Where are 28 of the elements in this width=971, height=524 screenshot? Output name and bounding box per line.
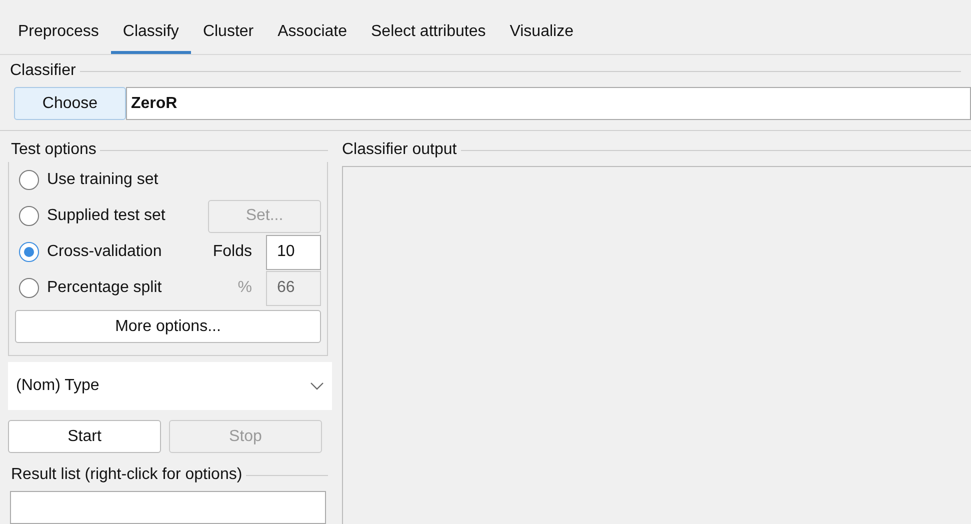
tab[interactable]: Classify bbox=[110, 12, 191, 54]
option-label[interactable]: Percentage split bbox=[47, 276, 162, 300]
classifier-field[interactable]: ZeroR bbox=[126, 87, 971, 120]
group-title: Result list (right-click for options) bbox=[11, 465, 242, 485]
radio-button[interactable] bbox=[19, 206, 39, 226]
field-label: % bbox=[236, 278, 253, 298]
tab[interactable]: Associate bbox=[266, 12, 359, 54]
tab[interactable]: Preprocess bbox=[6, 12, 111, 54]
option-label[interactable]: Use training set bbox=[47, 168, 158, 192]
group-title: Test options bbox=[11, 140, 96, 160]
tab[interactable]: Visualize bbox=[498, 12, 586, 54]
start-button[interactable]: Start bbox=[8, 420, 161, 453]
choose-button[interactable]: Choose bbox=[14, 87, 126, 120]
option-label[interactable]: Supplied test set bbox=[47, 204, 166, 228]
field-label: Folds bbox=[212, 242, 253, 262]
radio-button[interactable] bbox=[19, 278, 39, 298]
tab[interactable]: Cluster bbox=[190, 12, 266, 54]
radio-button[interactable] bbox=[19, 170, 39, 190]
group-title: Classifier bbox=[10, 61, 76, 81]
radio-button[interactable] bbox=[19, 242, 39, 262]
result-list[interactable] bbox=[10, 491, 326, 524]
class-dropdown[interactable]: (Nom) Type bbox=[8, 362, 332, 410]
group-title: Classifier output bbox=[342, 140, 457, 160]
input-field[interactable]: 10 bbox=[266, 234, 321, 270]
option-label[interactable]: Cross-validation bbox=[47, 240, 162, 264]
tab[interactable]: Select attributes bbox=[359, 12, 498, 54]
chevron-down-icon bbox=[310, 382, 324, 390]
more-options-button[interactable]: More options... bbox=[15, 310, 321, 343]
